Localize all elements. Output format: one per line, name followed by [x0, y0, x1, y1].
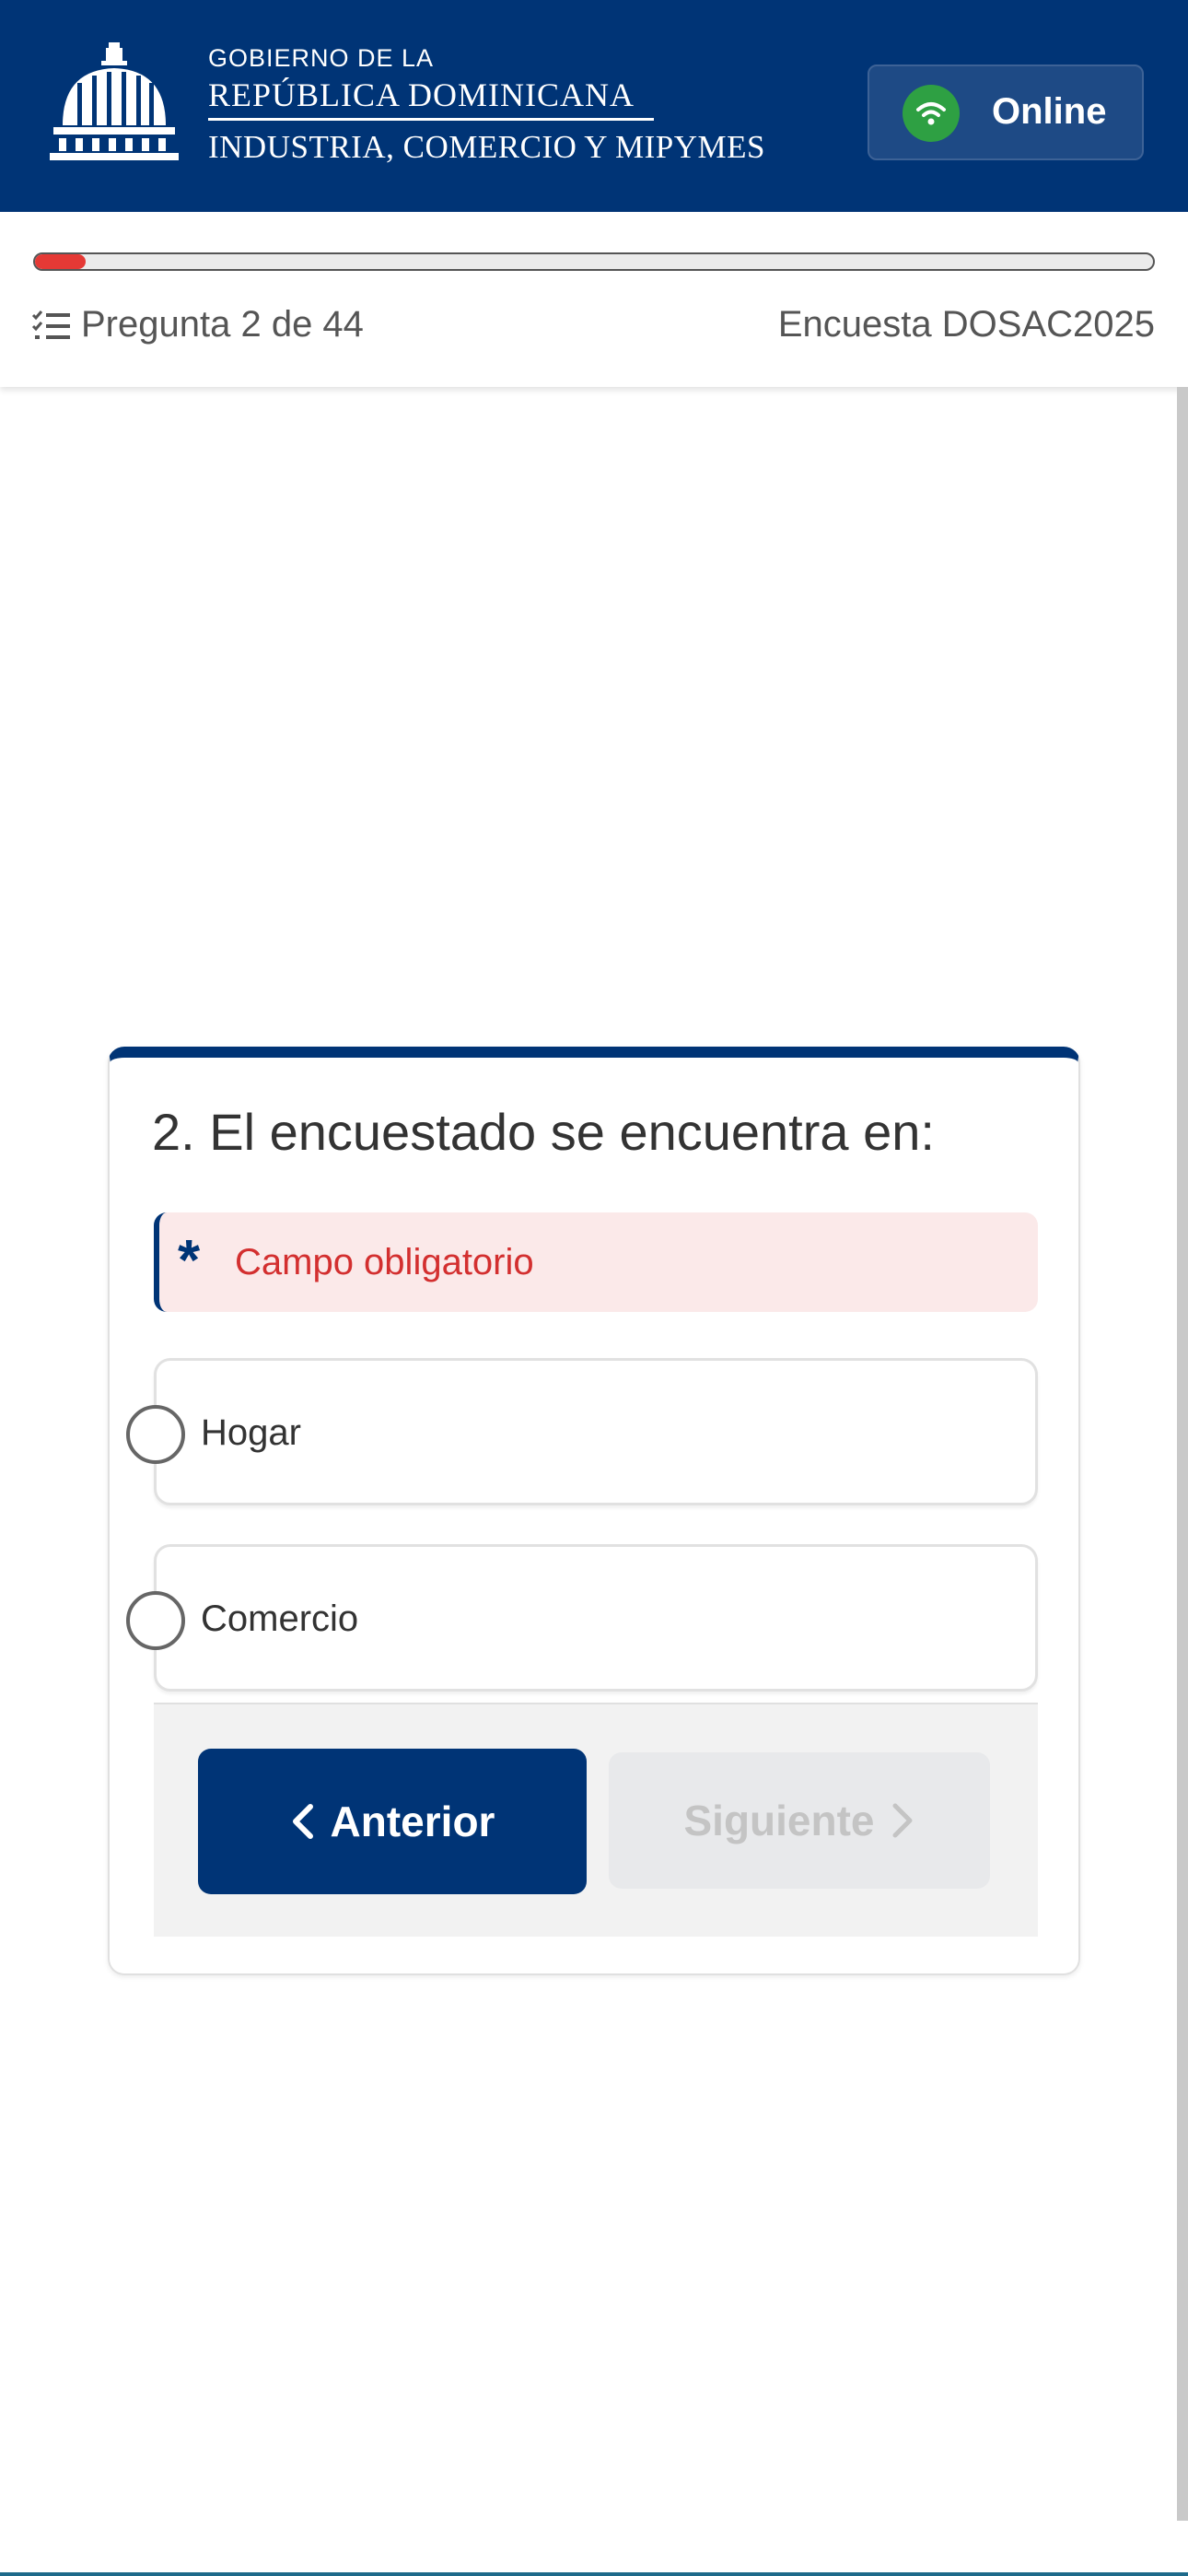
radio-button[interactable]: [126, 1591, 185, 1650]
chevron-left-icon: [292, 1804, 313, 1839]
required-field-text: Campo obligatorio: [235, 1242, 534, 1282]
question-card: 2. El encuestado se encuentra en: * Camp…: [108, 1047, 1080, 1975]
bottom-edge-line: [0, 2572, 1188, 2576]
question-counter-text: Pregunta 2 de 44: [81, 304, 364, 345]
checklist-icon: [31, 310, 70, 339]
survey-name: Encuesta DOSAC2025: [777, 304, 1155, 345]
progress-bar-fill: [35, 254, 86, 269]
connection-status-button[interactable]: Online: [868, 64, 1144, 160]
wifi-icon: [916, 102, 946, 125]
navigation-footer: Anterior Siguiente: [154, 1703, 1038, 1937]
chevron-right-icon: [892, 1803, 913, 1838]
status-label: Online: [992, 91, 1107, 132]
next-button-label: Siguiente: [683, 1797, 875, 1844]
required-field-notice: * Campo obligatorio: [154, 1212, 1038, 1312]
ministry-name: INDUSTRIA, COMERCIO Y MIPYMES: [208, 129, 766, 165]
next-button[interactable]: Siguiente: [609, 1752, 990, 1889]
gov-title-line1: GOBIERNO DE LA: [208, 44, 435, 72]
option-comercio[interactable]: Comercio: [126, 1544, 1038, 1692]
question-title: 2. El encuestado se encuentra en:: [152, 1103, 935, 1161]
option-label: Hogar: [201, 1412, 301, 1453]
progress-bar: [33, 252, 1155, 271]
scrollbar[interactable]: [1177, 387, 1188, 2521]
status-indicator: [903, 85, 960, 142]
previous-button-label: Anterior: [330, 1797, 495, 1845]
progress-panel: Pregunta 2 de 44 Encuesta DOSAC2025: [0, 212, 1188, 387]
app-header: GOBIERNO DE LA REPÚBLICA DOMINICANA INDU…: [0, 0, 1188, 212]
required-asterisk-icon: *: [178, 1229, 201, 1293]
option-hogar[interactable]: Hogar: [126, 1358, 1038, 1505]
government-dome-logo: [50, 42, 179, 160]
previous-button[interactable]: Anterior: [198, 1749, 587, 1894]
radio-button[interactable]: [126, 1405, 185, 1464]
gov-title-line2: REPÚBLICA DOMINICANA: [208, 76, 635, 113]
gov-title-divider: [208, 118, 654, 121]
option-label: Comercio: [201, 1598, 359, 1639]
question-counter: Pregunta 2 de 44: [31, 304, 364, 345]
